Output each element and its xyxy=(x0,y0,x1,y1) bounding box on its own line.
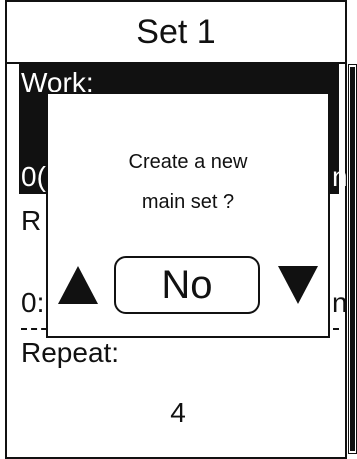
work-unit: n xyxy=(332,161,348,192)
scrollbar[interactable] xyxy=(348,64,357,454)
work-value: 0( xyxy=(21,161,46,192)
rest-label: R xyxy=(21,205,42,236)
scrollbar-thumb[interactable] xyxy=(350,67,355,451)
rest-value: 0: xyxy=(21,287,45,318)
option-selector[interactable]: No xyxy=(114,256,260,314)
dialog-message-line-2: main set ? xyxy=(141,191,235,213)
triangle-down-icon[interactable] xyxy=(278,266,318,304)
dialog-message-line-1: Create a new xyxy=(128,151,248,173)
repeat-label: Repeat: xyxy=(21,337,120,368)
page-title: Set 1 xyxy=(136,13,216,51)
triangle-up-icon[interactable] xyxy=(58,266,98,304)
rest-unit: n xyxy=(332,287,348,318)
repeat-value[interactable]: 4 xyxy=(7,396,349,430)
